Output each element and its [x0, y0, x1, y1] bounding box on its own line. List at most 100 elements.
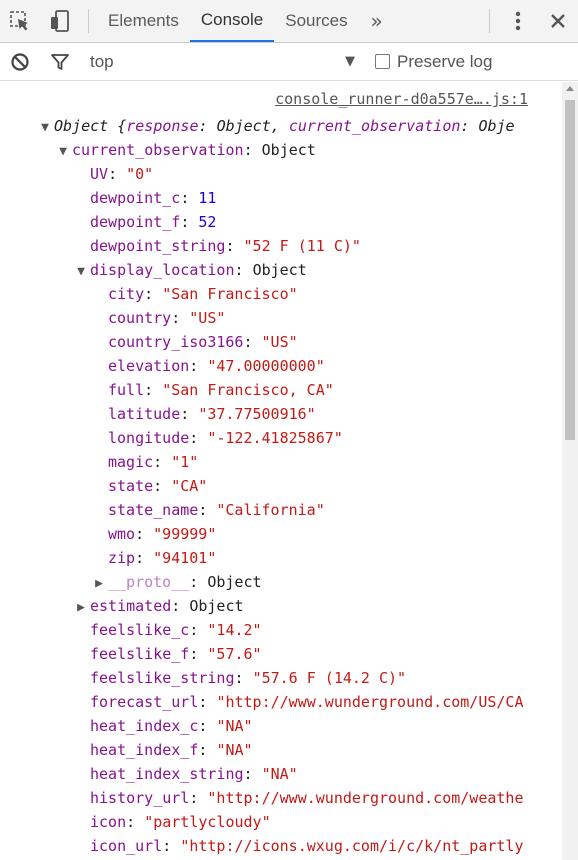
toolbar-separator: [489, 9, 490, 33]
close-icon[interactable]: [538, 0, 578, 42]
property-value: "-122.41825867": [207, 429, 343, 447]
property-value: "San Francisco": [162, 285, 298, 303]
object-summary-row[interactable]: ▼ Object {response: Object, current_obser…: [36, 114, 515, 138]
property-row: dewpoint_string: "52 F (11 C)": [90, 234, 361, 258]
kebab-menu-icon[interactable]: [498, 0, 538, 42]
property-row: state_name: "California": [108, 498, 325, 522]
property-row: feelslike_string: "57.6 F (14.2 C)": [90, 666, 406, 690]
property-key: feelslike_f: [90, 645, 190, 663]
colon: :: [108, 165, 127, 183]
property-row: latitude: "37.77500916": [108, 402, 316, 426]
inspect-element-icon[interactable]: [0, 0, 40, 42]
property-value: Object: [189, 597, 244, 615]
colon: :: [171, 309, 190, 327]
property-value: "NA": [261, 765, 298, 783]
colon: :: [135, 549, 154, 567]
colon: :: [189, 429, 208, 447]
device-toolbar-icon[interactable]: [40, 0, 80, 42]
colon: :: [126, 813, 145, 831]
colon: :: [153, 453, 172, 471]
property-value: "99999": [153, 525, 217, 543]
property-row: feelslike_f: "57.6": [90, 642, 262, 666]
colon: :: [225, 237, 244, 255]
property-key: heat_index_c: [90, 717, 199, 735]
property-value: Object: [252, 261, 307, 279]
estimated-row[interactable]: ▶ estimated: Object: [72, 594, 244, 620]
property-value: "CA": [171, 477, 208, 495]
collapsed-triangle-icon[interactable]: ▶: [72, 596, 90, 620]
colon: :: [198, 117, 217, 135]
preserve-log-checkbox[interactable]: [375, 54, 390, 69]
property-row: wmo: "99999": [108, 522, 216, 546]
object-key: response: [126, 117, 199, 135]
property-row: country_iso3166: "US": [108, 330, 298, 354]
property-value: "52 F (11 C)": [243, 237, 361, 255]
property-key: country_iso3166: [108, 333, 244, 351]
property-key: zip: [108, 549, 136, 567]
property-key: display_location: [90, 261, 235, 279]
property-key: heat_index_string: [90, 765, 244, 783]
collapsed-triangle-icon[interactable]: ▶: [90, 572, 108, 596]
colon: :: [180, 189, 199, 207]
display-location-row[interactable]: ▼ display_location: Object: [72, 258, 307, 282]
more-tabs-icon[interactable]: »: [359, 0, 395, 42]
colon: :: [243, 141, 262, 159]
colon: :: [189, 573, 208, 591]
expanded-triangle-icon[interactable]: ▼: [36, 116, 54, 140]
clear-console-icon[interactable]: [0, 43, 40, 81]
colon: :: [144, 285, 163, 303]
colon: :: [198, 717, 217, 735]
filter-icon[interactable]: [40, 43, 80, 81]
context-selector[interactable]: top: [90, 52, 345, 72]
scrollbar-thumb[interactable]: [565, 100, 575, 440]
property-key: country: [108, 309, 172, 327]
console-toolbar: top ▼ Preserve log: [0, 43, 578, 81]
colon: :: [153, 477, 172, 495]
property-key: forecast_url: [90, 693, 199, 711]
property-value: "partlycloudy": [144, 813, 271, 831]
property-row: heat_index_string: "NA": [90, 762, 298, 786]
object-key: current_observation: [288, 117, 461, 135]
property-value: "1": [171, 453, 199, 471]
expanded-triangle-icon[interactable]: ▼: [54, 140, 72, 164]
property-value: "57.6": [207, 645, 262, 663]
property-row: heat_index_f: "NA": [90, 738, 253, 762]
colon: :: [198, 693, 217, 711]
property-row: longitude: "-122.41825867": [108, 426, 343, 450]
property-row: full: "San Francisco, CA": [108, 378, 334, 402]
vertical-scrollbar[interactable]: [562, 82, 578, 860]
property-value: "NA": [216, 717, 253, 735]
proto-row[interactable]: ▶ __proto__: Object: [90, 570, 261, 596]
property-row: dewpoint_c: 11: [90, 186, 216, 210]
property-key: estimated: [90, 597, 172, 615]
expanded-triangle-icon[interactable]: ▼: [72, 260, 90, 284]
tab-console[interactable]: Console: [189, 0, 275, 42]
property-key: state_name: [108, 501, 199, 519]
property-value: 11: [198, 189, 217, 207]
property-key: elevation: [108, 357, 190, 375]
property-row: icon_url: "http://icons.wxug.com/i/c/k/n…: [90, 834, 523, 858]
property-value: "http://www.wunderground.com/US/CA: [216, 693, 524, 711]
property-value: "14.2": [207, 621, 262, 639]
colon: :: [171, 597, 190, 615]
chevron-down-icon[interactable]: ▼: [345, 54, 375, 69]
scroll-up-icon[interactable]: [566, 86, 574, 91]
property-value: "San Francisco, CA": [162, 381, 334, 399]
colon: :: [198, 741, 217, 759]
property-value: "http://www.wunderground.com/weathe: [207, 789, 524, 807]
object-value: Obje: [478, 117, 515, 135]
property-row: zip: "94101": [108, 546, 216, 570]
current-observation-row[interactable]: ▼ current_observation: Object: [54, 138, 316, 162]
tab-sources[interactable]: Sources: [274, 0, 358, 42]
property-key: magic: [108, 453, 154, 471]
colon: :: [234, 669, 253, 687]
preserve-log-toggle[interactable]: Preserve log: [375, 52, 492, 72]
property-row: country: "US": [108, 306, 225, 330]
tab-elements[interactable]: Elements: [97, 0, 190, 42]
property-key: history_url: [90, 789, 190, 807]
source-link[interactable]: console_runner-d0a557e….js:1: [275, 90, 528, 108]
preserve-log-label: Preserve log: [397, 51, 493, 71]
property-key: current_observation: [72, 141, 244, 159]
devtools-tab-bar: Elements Console Sources »: [0, 0, 578, 43]
property-value: "http://icons.wxug.com/i/c/k/nt_partly: [180, 837, 524, 855]
